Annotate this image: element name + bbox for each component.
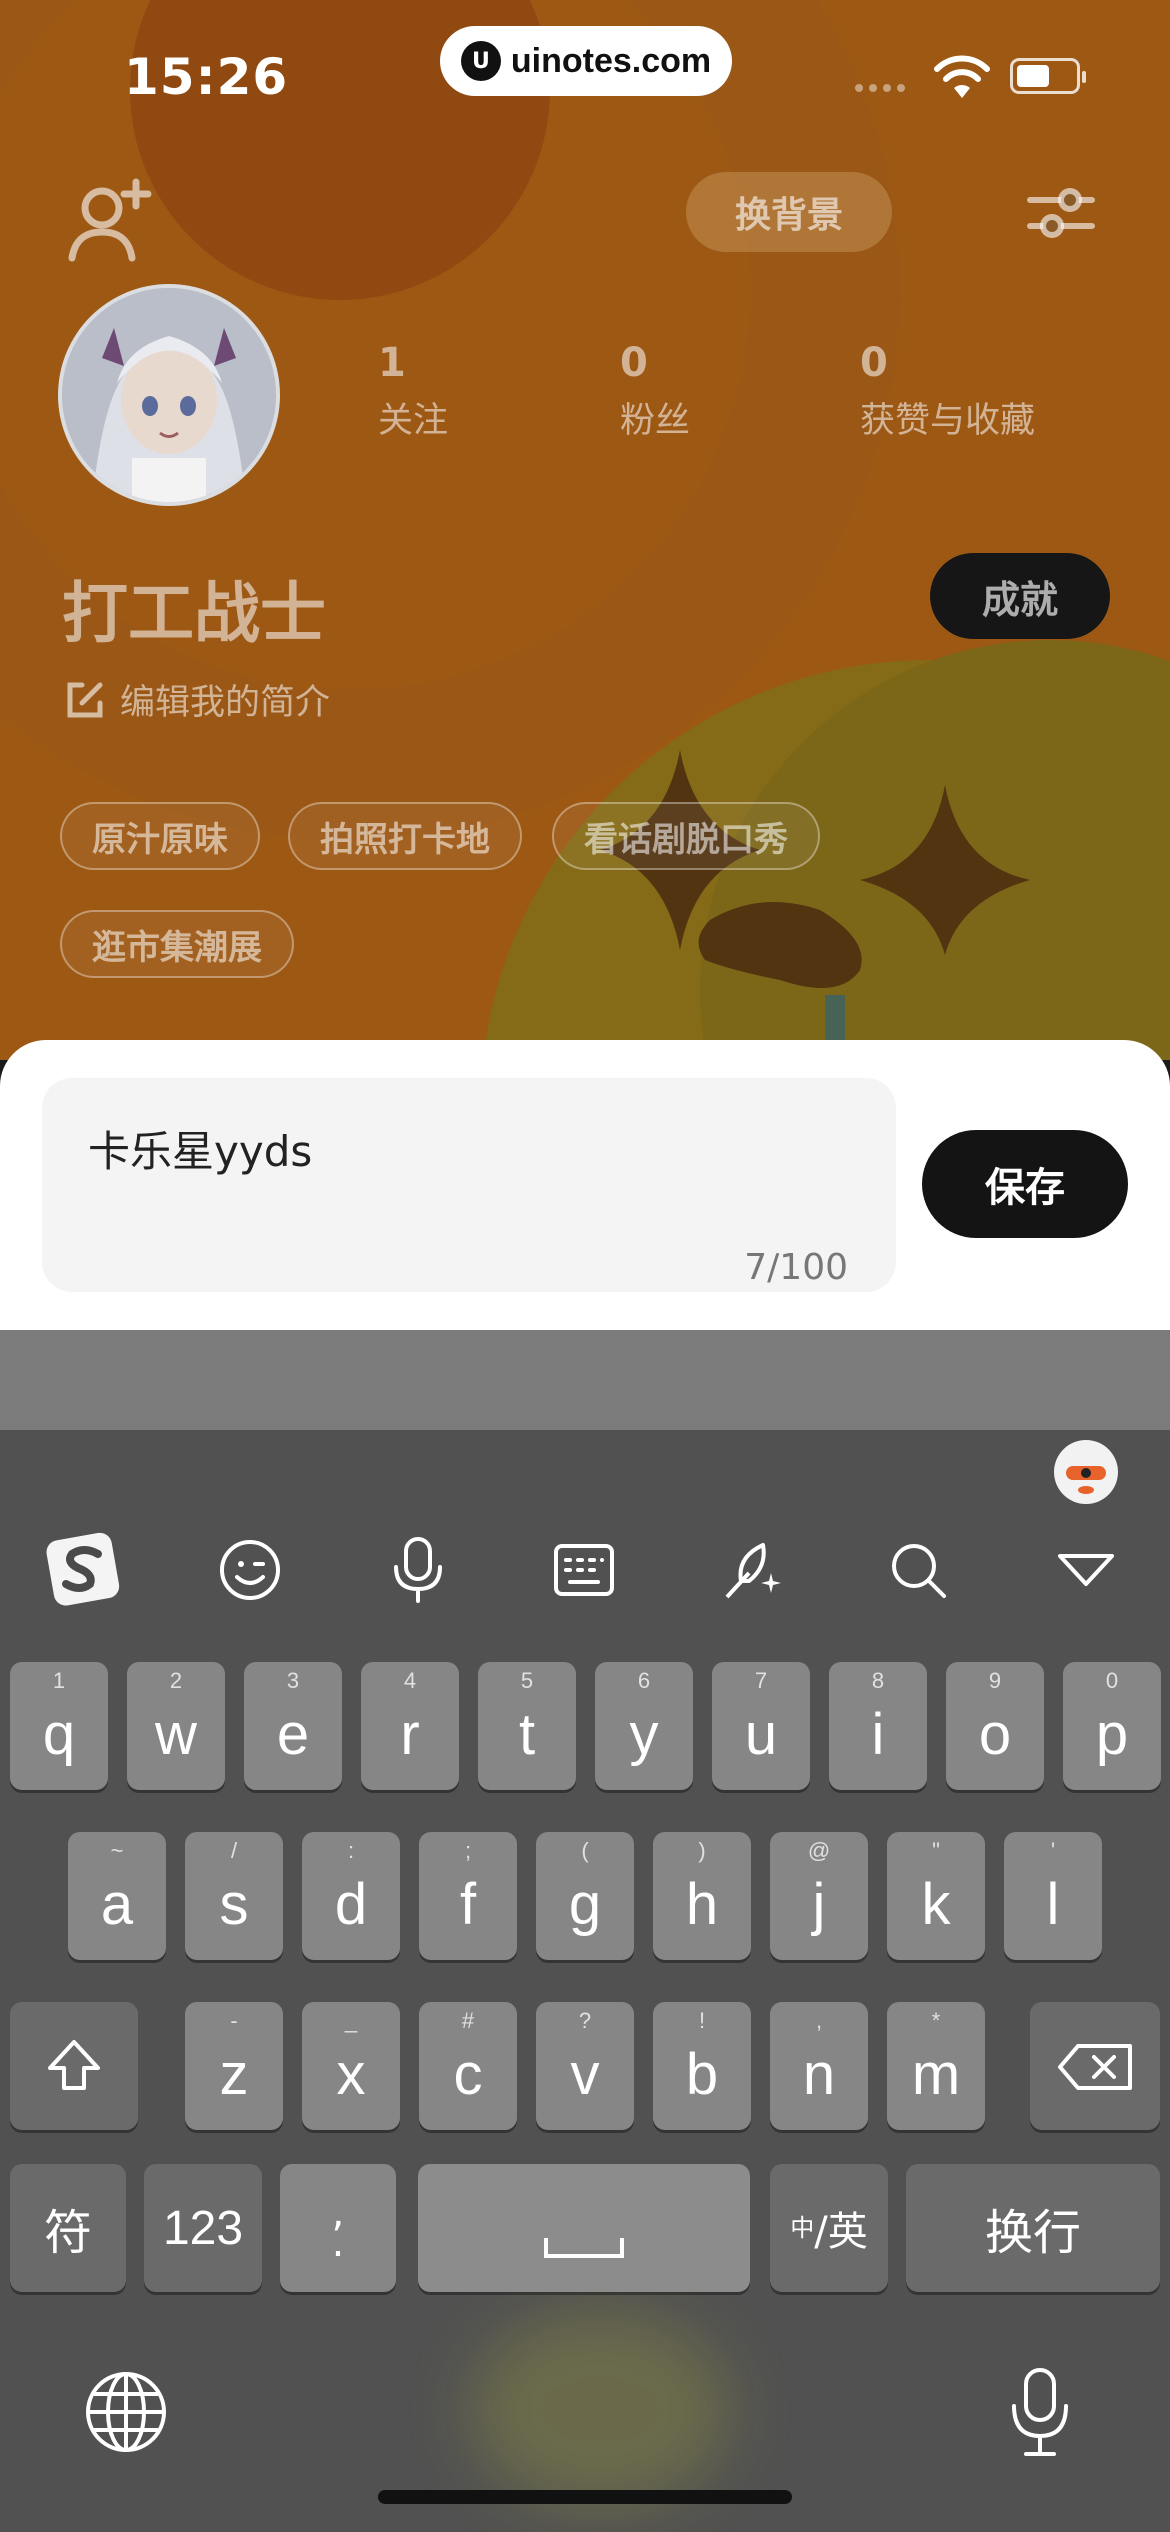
key-j[interactable]: @ j	[770, 1832, 868, 1960]
site-logo-icon: U	[460, 41, 501, 81]
status-bar: 15:26 U uinotes.com	[0, 0, 1170, 140]
key-p[interactable]: 0p	[1063, 1662, 1161, 1790]
key-t[interactable]: 5t	[478, 1662, 576, 1790]
shift-key[interactable]	[10, 2002, 138, 2130]
key-q[interactable]: 1q	[10, 1662, 108, 1790]
lang-en: /英	[814, 2209, 868, 2255]
key-s[interactable]: / s	[185, 1832, 283, 1960]
space-key[interactable]	[418, 2164, 750, 2292]
edit-bio-label: 编辑我的简介	[120, 683, 331, 723]
lang-zh: 中	[790, 2214, 815, 2242]
backspace-key[interactable]	[1030, 2002, 1160, 2130]
key-k[interactable]: " k	[887, 1832, 985, 1960]
edit-bio-link[interactable]: 编辑我的简介	[64, 674, 330, 725]
username: 打工战士	[62, 575, 326, 652]
key-v[interactable]: ? v	[536, 2002, 634, 2130]
enter-key[interactable]: 换行	[906, 2164, 1160, 2292]
avatar[interactable]	[58, 284, 280, 506]
punctuation-key[interactable]: , .	[280, 2164, 396, 2292]
language-switch-key[interactable]: 中/英	[770, 2164, 888, 2292]
dictation-mic-icon[interactable]	[1008, 2366, 1072, 2458]
wifi-icon	[934, 55, 990, 98]
key-c[interactable]: # c	[419, 2002, 517, 2130]
key-r[interactable]: 4r	[361, 1662, 459, 1790]
key-d[interactable]: :d	[302, 1832, 400, 1960]
key-z[interactable]: -z	[185, 2002, 283, 2130]
change-background-button[interactable]: 换背景	[686, 172, 892, 252]
search-icon[interactable]	[878, 1530, 958, 1610]
stat-following-count: 1	[378, 340, 406, 386]
keyboard: 1q 2w 3e 4r 5t 6y 7u 8i 9o 0p ~ a / s :d ;…	[0, 1430, 1170, 2532]
achievement-button[interactable]: 成就	[930, 553, 1110, 639]
space-icon	[544, 2238, 624, 2258]
avatar-anime-girl-image	[62, 288, 276, 502]
punct-period: .	[331, 2220, 345, 2266]
voice-input-icon[interactable]	[378, 1530, 458, 1610]
numbers-key[interactable]: 123	[144, 2164, 262, 2292]
battery-icon	[1010, 58, 1086, 94]
globe-icon[interactable]	[84, 2370, 168, 2454]
status-time: 15:26	[124, 48, 289, 106]
dim-overlay	[0, 0, 1170, 1060]
key-n[interactable]: ,n	[770, 2002, 868, 2130]
symbols-key[interactable]: 符	[10, 2164, 126, 2292]
tag-chip[interactable]: 逛市集潮展	[60, 910, 294, 978]
bio-edit-sheet: 卡乐星yyds 7/100 保存	[0, 1040, 1170, 1330]
tag-chip[interactable]: 原汁原味	[60, 802, 260, 870]
key-u[interactable]: 7u	[712, 1662, 810, 1790]
emoji-icon[interactable]	[210, 1530, 290, 1610]
url-pill: U uinotes.com	[440, 26, 732, 96]
bio-input-text: 卡乐星yyds	[88, 1127, 313, 1176]
stat-likes-count: 0	[860, 340, 888, 386]
home-indicator	[378, 2490, 792, 2504]
stat-followers-count: 0	[620, 340, 648, 386]
stat-following[interactable]: 1 关注	[378, 340, 448, 443]
sogou-mascot-icon[interactable]	[1054, 1440, 1118, 1504]
key-g[interactable]: (g	[536, 1832, 634, 1960]
keyboard-top-spacer	[0, 1330, 1170, 1430]
key-o[interactable]: 9o	[946, 1662, 1044, 1790]
stat-likes[interactable]: 0 获赞与收藏	[860, 340, 1035, 443]
bio-input[interactable]: 卡乐星yyds 7/100	[42, 1078, 896, 1292]
key-m[interactable]: * m	[887, 2002, 985, 2130]
key-f[interactable]: ; f	[419, 1832, 517, 1960]
char-counter: 7/100	[744, 1247, 848, 1288]
key-a[interactable]: ~ a	[68, 1832, 166, 1960]
collapse-keyboard-icon[interactable]	[1046, 1530, 1126, 1610]
cellular-signal-icon	[855, 84, 905, 92]
settings-sliders-icon[interactable]	[1026, 178, 1096, 248]
sogou-logo-icon[interactable]	[44, 1530, 124, 1610]
ai-write-icon[interactable]	[712, 1530, 792, 1610]
add-friend-icon[interactable]	[66, 176, 156, 266]
stat-following-label: 关注	[378, 401, 449, 441]
edit-icon	[67, 682, 103, 717]
key-e[interactable]: 3e	[244, 1662, 342, 1790]
key-l[interactable]: ' l	[1004, 1832, 1102, 1960]
key-x[interactable]: _ x	[302, 2002, 400, 2130]
stat-likes-label: 获赞与收藏	[860, 401, 1036, 441]
backspace-icon	[1058, 2044, 1132, 2090]
key-i[interactable]: 8i	[829, 1662, 927, 1790]
stat-followers-label: 粉丝	[620, 401, 691, 441]
key-y[interactable]: 6y	[595, 1662, 693, 1790]
keyboard-switch-icon[interactable]	[544, 1530, 624, 1610]
tag-chip[interactable]: 拍照打卡地	[288, 802, 522, 870]
save-button[interactable]: 保存	[922, 1130, 1128, 1238]
shift-icon	[48, 2040, 100, 2090]
key-b[interactable]: ! b	[653, 2002, 751, 2130]
stat-followers[interactable]: 0 粉丝	[620, 340, 690, 443]
tag-chip[interactable]: 看话剧脱口秀	[552, 802, 820, 870]
key-w[interactable]: 2w	[127, 1662, 225, 1790]
key-h[interactable]: ) h	[653, 1832, 751, 1960]
url-text: uinotes.com	[510, 41, 712, 80]
